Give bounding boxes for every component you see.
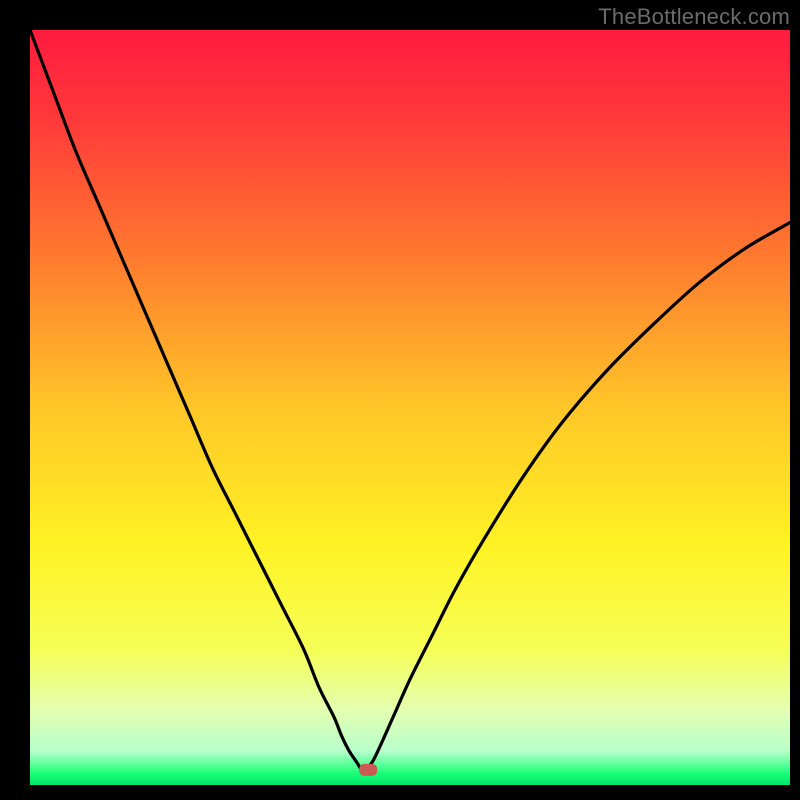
watermark-text: TheBottleneck.com: [598, 4, 790, 30]
chart-container: TheBottleneck.com: [0, 0, 800, 800]
optimal-point-marker: [359, 764, 377, 776]
bottleneck-chart: [0, 0, 800, 800]
plot-background: [30, 30, 790, 785]
